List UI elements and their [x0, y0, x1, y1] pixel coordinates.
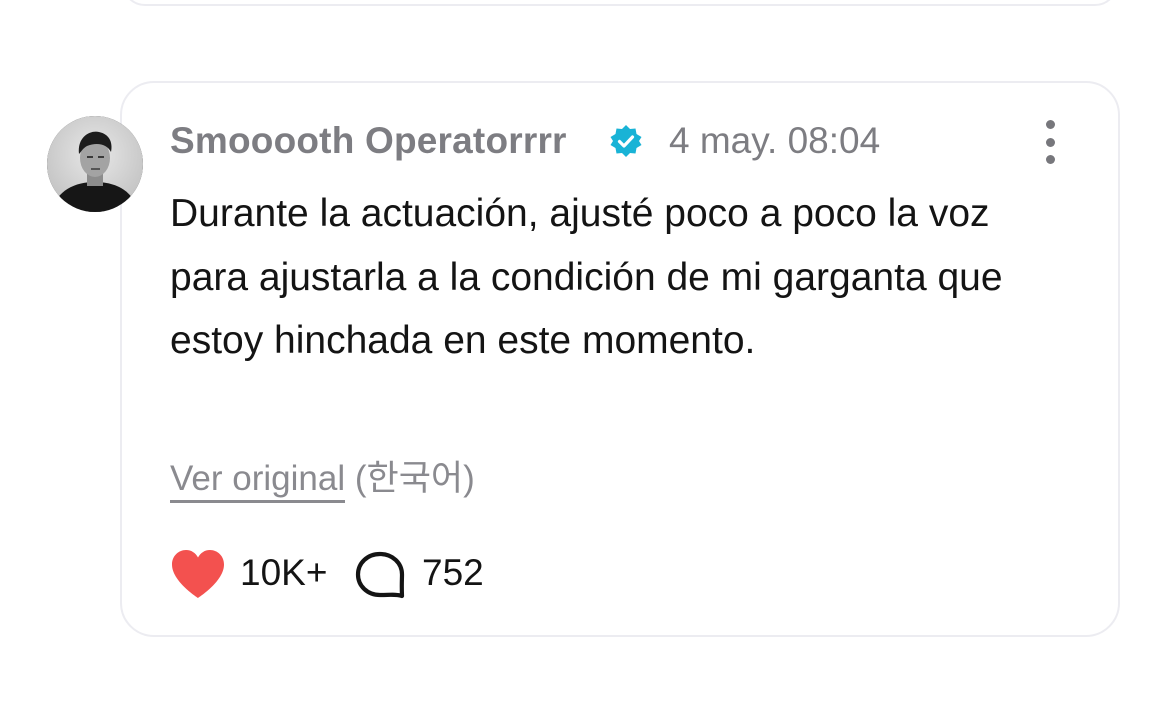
author-name[interactable]: Smooooth Operatorrrr: [170, 120, 567, 162]
original-language-label: (한국어): [354, 459, 475, 498]
more-vertical-icon: [1045, 120, 1055, 129]
avatar[interactable]: [47, 116, 143, 212]
comment-count: 752: [422, 552, 484, 593]
post-text: Durante la actuación, ajusté poco a poco…: [170, 192, 1003, 362]
more-vertical-icon-dot: [1045, 155, 1055, 164]
comment-bubble-icon[interactable]: [354, 550, 406, 600]
more-vertical-icon-dot: [1045, 137, 1055, 147]
previous-post-card: [122, 0, 1118, 6]
view-original-link[interactable]: Ver original: [170, 459, 346, 503]
like-count: 10K+: [240, 552, 328, 593]
heart-icon[interactable]: [170, 548, 226, 600]
page: Smooooth Operatorrrr 4 may. 08:04 Durant…: [0, 0, 1170, 709]
translation-row: Ver original (한국어): [170, 450, 475, 503]
more-options-button[interactable]: [1032, 120, 1068, 164]
verified-badge-icon: [610, 125, 642, 157]
post-timestamp: 4 may. 08:04: [669, 120, 881, 161]
